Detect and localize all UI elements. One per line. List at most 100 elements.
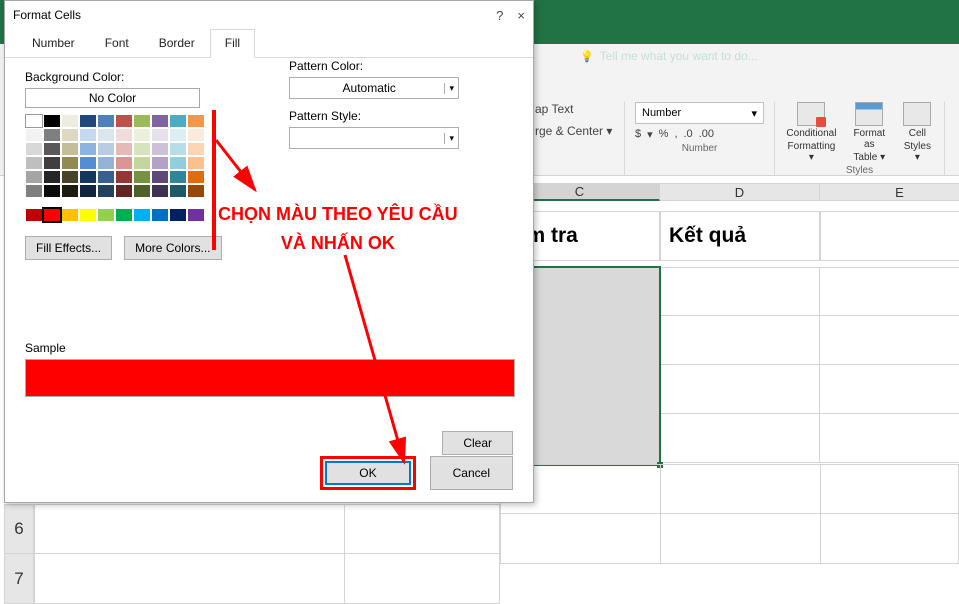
color-swatch[interactable] <box>133 208 151 222</box>
color-swatch[interactable] <box>61 184 79 198</box>
color-swatch[interactable] <box>169 128 187 142</box>
color-swatch[interactable] <box>79 142 97 156</box>
tab-border[interactable]: Border <box>144 29 210 57</box>
color-swatch[interactable] <box>43 142 61 156</box>
pattern-color-combo[interactable]: Automatic▾ <box>289 77 459 99</box>
color-swatch[interactable] <box>151 142 169 156</box>
color-swatch[interactable] <box>115 128 133 142</box>
color-swatch[interactable] <box>43 114 61 128</box>
clear-button[interactable]: Clear <box>442 431 513 455</box>
color-swatch[interactable] <box>115 156 133 170</box>
color-swatch[interactable] <box>61 142 79 156</box>
color-swatch[interactable] <box>25 114 43 128</box>
color-swatch[interactable] <box>43 184 61 198</box>
color-swatch[interactable] <box>187 170 205 184</box>
tellme-box[interactable]: Tell me what you want to do... <box>580 49 758 63</box>
color-swatch[interactable] <box>97 114 115 128</box>
number-format-combo[interactable]: Number▾ <box>635 102 764 124</box>
color-swatch[interactable] <box>79 170 97 184</box>
pattern-style-combo[interactable]: ▾ <box>289 127 459 149</box>
close-button[interactable]: × <box>517 8 525 23</box>
color-swatch[interactable] <box>43 156 61 170</box>
color-swatch[interactable] <box>97 184 115 198</box>
color-swatch[interactable] <box>97 156 115 170</box>
color-swatch[interactable] <box>25 156 43 170</box>
color-swatch[interactable] <box>79 128 97 142</box>
format-as-table-button[interactable]: Format asTable ▾ <box>848 102 891 163</box>
color-swatch[interactable] <box>187 208 205 222</box>
merge-center-button[interactable]: rge & Center ▾ <box>535 124 612 138</box>
comma-button[interactable]: , <box>674 128 677 141</box>
color-swatch[interactable] <box>187 114 205 128</box>
cell-styles-button[interactable]: CellStyles ▾ <box>901 102 934 163</box>
color-swatch[interactable] <box>169 156 187 170</box>
color-swatch[interactable] <box>187 128 205 142</box>
color-swatch[interactable] <box>151 114 169 128</box>
color-swatch[interactable] <box>187 142 205 156</box>
color-swatch[interactable] <box>133 156 151 170</box>
color-swatch[interactable] <box>79 114 97 128</box>
color-swatch[interactable] <box>133 114 151 128</box>
percent-button[interactable]: % <box>659 128 669 141</box>
color-swatch[interactable] <box>43 170 61 184</box>
color-swatch[interactable] <box>61 170 79 184</box>
color-swatch[interactable] <box>25 184 43 198</box>
color-swatch[interactable] <box>133 142 151 156</box>
color-swatch[interactable] <box>151 156 169 170</box>
color-swatch[interactable] <box>169 142 187 156</box>
inc-decimal-button[interactable]: .0 <box>684 128 693 141</box>
color-swatch[interactable] <box>151 208 169 222</box>
color-swatch[interactable] <box>133 170 151 184</box>
cell-d-header[interactable]: Kết quả <box>660 211 820 261</box>
ok-button[interactable]: OK <box>325 461 410 485</box>
color-swatch[interactable] <box>25 208 43 222</box>
row-header-7[interactable]: 7 <box>4 554 34 604</box>
color-swatch[interactable] <box>61 128 79 142</box>
color-swatch[interactable] <box>115 114 133 128</box>
dialog-titlebar[interactable]: Format Cells ? × <box>5 1 533 29</box>
color-swatch[interactable] <box>25 170 43 184</box>
no-color-button[interactable]: No Color <box>25 88 200 108</box>
color-swatch[interactable] <box>43 208 61 222</box>
wrap-text-button[interactable]: ap Text <box>535 102 573 116</box>
color-swatch[interactable] <box>169 208 187 222</box>
dec-decimal-button[interactable]: .00 <box>699 128 714 141</box>
color-swatch[interactable] <box>97 142 115 156</box>
color-swatch[interactable] <box>151 170 169 184</box>
color-swatch[interactable] <box>133 184 151 198</box>
cancel-button[interactable]: Cancel <box>430 456 513 490</box>
color-swatch[interactable] <box>169 170 187 184</box>
tab-font[interactable]: Font <box>90 29 144 57</box>
color-swatch[interactable] <box>79 184 97 198</box>
color-swatch[interactable] <box>79 156 97 170</box>
conditional-formatting-button[interactable]: ConditionalFormatting ▾ <box>785 102 838 163</box>
color-swatch[interactable] <box>115 170 133 184</box>
color-swatch[interactable] <box>187 156 205 170</box>
tab-number[interactable]: Number <box>17 29 90 57</box>
col-header-e[interactable]: E <box>820 183 959 201</box>
color-swatch[interactable] <box>133 128 151 142</box>
color-swatch[interactable] <box>43 128 61 142</box>
color-swatch[interactable] <box>97 170 115 184</box>
color-swatch[interactable] <box>115 184 133 198</box>
col-header-d[interactable]: D <box>660 183 820 201</box>
color-swatch[interactable] <box>187 184 205 198</box>
color-swatch[interactable] <box>97 128 115 142</box>
color-swatch[interactable] <box>151 184 169 198</box>
more-colors-button[interactable]: More Colors... <box>124 236 221 260</box>
currency-button[interactable]: $ <box>635 128 641 141</box>
cell-e-header[interactable] <box>820 211 959 261</box>
color-swatch[interactable] <box>151 128 169 142</box>
row-header-6[interactable]: 6 <box>4 504 34 554</box>
color-swatch[interactable] <box>79 208 97 222</box>
color-swatch[interactable] <box>61 156 79 170</box>
color-swatch[interactable] <box>61 208 79 222</box>
color-swatch[interactable] <box>115 208 133 222</box>
tab-fill[interactable]: Fill <box>210 29 255 58</box>
color-swatch[interactable] <box>115 142 133 156</box>
color-swatch[interactable] <box>25 128 43 142</box>
fill-effects-button[interactable]: Fill Effects... <box>25 236 112 260</box>
color-swatch[interactable] <box>169 114 187 128</box>
color-swatch[interactable] <box>25 142 43 156</box>
color-swatch[interactable] <box>61 114 79 128</box>
